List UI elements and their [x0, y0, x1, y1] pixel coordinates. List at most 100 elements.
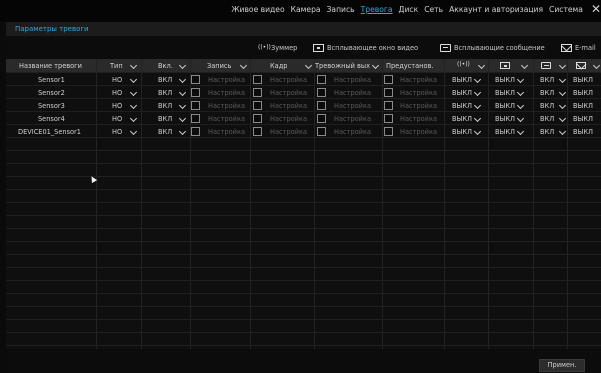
popup-value[interactable]: ВЫКЛ	[495, 128, 515, 136]
record-checkbox[interactable]	[191, 101, 200, 110]
message-value[interactable]: ВКЛ	[540, 102, 554, 110]
enable-dropdown-icon[interactable]	[179, 129, 185, 135]
snapshot-all-dropdown-icon[interactable]	[305, 63, 311, 69]
nav-system[interactable]: Система	[549, 5, 583, 14]
popup-dropdown-icon[interactable]	[517, 103, 523, 109]
enable-dropdown-icon[interactable]	[179, 77, 185, 83]
buzzer-dropdown-icon[interactable]	[474, 129, 480, 135]
popup-all-dropdown-icon[interactable]	[521, 63, 527, 69]
record-setup-button[interactable]: Настройка	[208, 76, 245, 84]
buzzer-value[interactable]: ВЫКЛ	[452, 128, 472, 136]
preset-setup-button[interactable]: Настройка	[400, 102, 437, 110]
alarm-out-checkbox[interactable]	[317, 101, 326, 110]
nav-record[interactable]: Запись	[327, 5, 355, 14]
alarm-out-setup-button[interactable]: Настройка	[334, 115, 371, 123]
alarm-out-setup-button[interactable]: Настройка	[334, 128, 371, 136]
preset-setup-button[interactable]: Настройка	[400, 128, 437, 136]
apply-button[interactable]: Примен.	[539, 359, 585, 372]
email-value[interactable]: ВЫКЛ	[573, 115, 593, 123]
nav-network[interactable]: Сеть	[424, 5, 443, 14]
enable-value[interactable]: ВКЛ	[158, 102, 172, 110]
type-value[interactable]: НО	[112, 128, 122, 136]
nav-live-video[interactable]: Живое видео	[231, 5, 284, 14]
preset-setup-button[interactable]: Настройка	[400, 115, 437, 123]
nav-alarm[interactable]: Тревога	[361, 5, 393, 14]
type-value[interactable]: НО	[112, 102, 122, 110]
type-all-dropdown-icon[interactable]	[130, 63, 136, 69]
buzzer-dropdown-icon[interactable]	[474, 103, 480, 109]
message-dropdown-icon[interactable]	[559, 77, 565, 83]
type-dropdown-icon[interactable]	[130, 116, 136, 122]
buzzer-dropdown-icon[interactable]	[474, 90, 480, 96]
popup-value[interactable]: ВЫКЛ	[495, 115, 515, 123]
snapshot-setup-button[interactable]: Настройка	[270, 128, 307, 136]
email-value[interactable]: ВЫКЛ	[573, 76, 593, 84]
buzzer-value[interactable]: ВЫКЛ	[452, 76, 472, 84]
enable-all-dropdown-icon[interactable]	[179, 63, 185, 69]
record-setup-button[interactable]: Настройка	[208, 89, 245, 97]
message-value[interactable]: ВКЛ	[540, 115, 554, 123]
record-checkbox[interactable]	[191, 75, 200, 84]
message-dropdown-icon[interactable]	[559, 90, 565, 96]
email-value[interactable]: ВЫКЛ	[573, 102, 593, 110]
enable-dropdown-icon[interactable]	[179, 116, 185, 122]
snapshot-setup-button[interactable]: Настройка	[270, 89, 307, 97]
popup-value[interactable]: ВЫКЛ	[495, 89, 515, 97]
alarm-out-setup-button[interactable]: Настройка	[334, 89, 371, 97]
message-dropdown-icon[interactable]	[559, 129, 565, 135]
buzzer-value[interactable]: ВЫКЛ	[452, 102, 472, 110]
enable-value[interactable]: ВКЛ	[158, 76, 172, 84]
alarm-out-checkbox[interactable]	[317, 75, 326, 84]
alarm-out-setup-button[interactable]: Настройка	[334, 76, 371, 84]
preset-setup-button[interactable]: Настройка	[400, 76, 437, 84]
nav-disk[interactable]: Диск	[399, 5, 419, 14]
snapshot-setup-button[interactable]: Настройка	[270, 76, 307, 84]
snapshot-checkbox[interactable]	[253, 88, 262, 97]
record-setup-button[interactable]: Настройка	[208, 128, 245, 136]
preset-checkbox[interactable]	[384, 88, 393, 97]
alarm-out-all-dropdown-icon[interactable]	[372, 63, 378, 69]
snapshot-checkbox[interactable]	[253, 101, 262, 110]
email-value[interactable]: ВЫКЛ	[573, 128, 593, 136]
type-dropdown-icon[interactable]	[130, 77, 136, 83]
type-value[interactable]: НО	[112, 115, 122, 123]
snapshot-checkbox[interactable]	[253, 127, 262, 136]
alarm-out-checkbox[interactable]	[317, 114, 326, 123]
popup-value[interactable]: ВЫКЛ	[495, 76, 515, 84]
type-value[interactable]: НО	[112, 89, 122, 97]
snapshot-checkbox[interactable]	[253, 75, 262, 84]
record-checkbox[interactable]	[191, 114, 200, 123]
nav-account[interactable]: Аккаунт и авторизация	[449, 5, 543, 14]
alarm-out-checkbox[interactable]	[317, 127, 326, 136]
preset-checkbox[interactable]	[384, 127, 393, 136]
preset-checkbox[interactable]	[384, 114, 393, 123]
message-dropdown-icon[interactable]	[559, 116, 565, 122]
buzzer-dropdown-icon[interactable]	[474, 116, 480, 122]
preset-checkbox[interactable]	[384, 101, 393, 110]
email-all-dropdown-icon[interactable]	[593, 63, 599, 69]
snapshot-setup-button[interactable]: Настройка	[270, 115, 307, 123]
message-value[interactable]: ВКЛ	[540, 76, 554, 84]
enable-value[interactable]: ВКЛ	[158, 89, 172, 97]
record-all-dropdown-icon[interactable]	[240, 63, 246, 69]
enable-dropdown-icon[interactable]	[179, 103, 185, 109]
buzzer-value[interactable]: ВЫКЛ	[452, 115, 472, 123]
message-dropdown-icon[interactable]	[559, 103, 565, 109]
buzzer-value[interactable]: ВЫКЛ	[452, 89, 472, 97]
buzzer-all-dropdown-icon[interactable]	[478, 63, 484, 69]
alarm-out-setup-button[interactable]: Настройка	[334, 102, 371, 110]
buzzer-dropdown-icon[interactable]	[474, 77, 480, 83]
type-dropdown-icon[interactable]	[130, 129, 136, 135]
record-setup-button[interactable]: Настройка	[208, 115, 245, 123]
snapshot-setup-button[interactable]: Настройка	[270, 102, 307, 110]
preset-setup-button[interactable]: Настройка	[400, 89, 437, 97]
record-setup-button[interactable]: Настройка	[208, 102, 245, 110]
enable-value[interactable]: ВКЛ	[158, 128, 172, 136]
record-checkbox[interactable]	[191, 127, 200, 136]
popup-dropdown-icon[interactable]	[517, 77, 523, 83]
type-dropdown-icon[interactable]	[130, 90, 136, 96]
popup-value[interactable]: ВЫКЛ	[495, 102, 515, 110]
message-value[interactable]: ВКЛ	[540, 128, 554, 136]
popup-dropdown-icon[interactable]	[517, 90, 523, 96]
enable-dropdown-icon[interactable]	[179, 90, 185, 96]
